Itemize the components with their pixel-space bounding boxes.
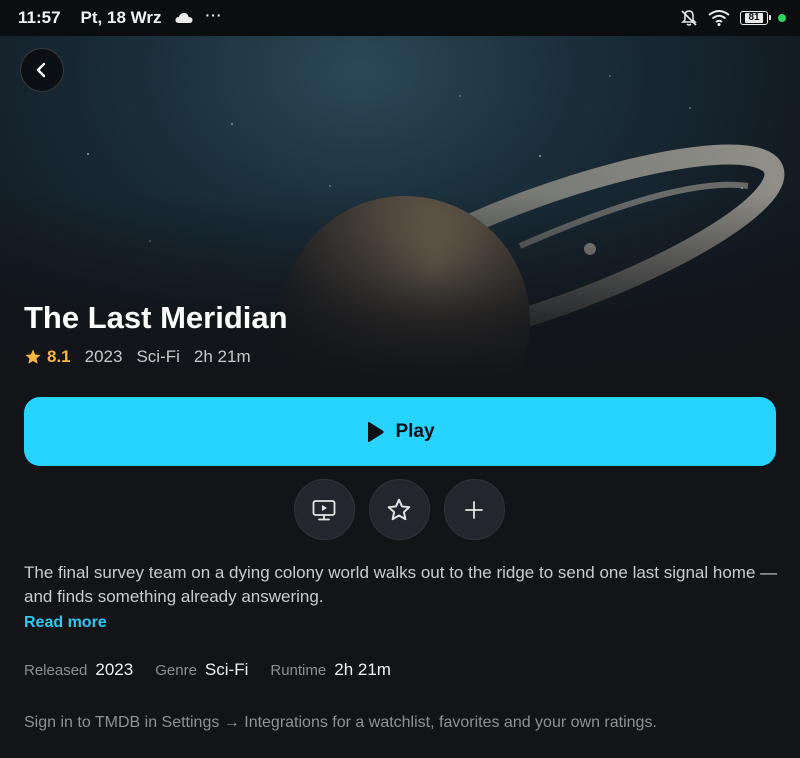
plus-icon [465, 500, 483, 519]
meta-year: 2023 [84, 347, 123, 366]
movie-meta: 8.1 2023 Sci-Fi 2h 21m [24, 347, 251, 367]
star-icon [387, 498, 411, 520]
movie-details: Released 2023 Genre Sci-Fi Runtime 2h 21… [24, 660, 413, 680]
battery-level: 81 [745, 13, 763, 23]
battery-icon: 81 [740, 11, 771, 25]
add-to-list-button[interactable] [443, 479, 505, 540]
play-button[interactable]: Play [24, 397, 776, 466]
status-more: ··· [205, 7, 223, 23]
runtime-value: 2h 21m [334, 660, 391, 679]
movie-description: The final survey team on a dying colony … [24, 563, 778, 606]
star-filled-icon [25, 349, 41, 364]
play-label: Play [395, 420, 435, 442]
genre-label: Genre [155, 662, 197, 679]
meta-runtime: 2h 21m [193, 347, 251, 366]
read-more-link[interactable]: Read more [24, 614, 107, 632]
status-date: Pt, 18 Wrz [80, 8, 162, 27]
status-time: 11:57 [18, 8, 61, 27]
meta-genre: Sci-Fi [136, 347, 180, 366]
trailer-icon [312, 499, 336, 520]
back-button[interactable] [20, 48, 64, 92]
wifi-icon [708, 10, 730, 26]
released-label: Released [24, 662, 88, 679]
runtime-label: Runtime [270, 662, 327, 679]
action-buttons [0, 479, 800, 540]
play-icon [368, 421, 385, 442]
favorite-button[interactable] [368, 479, 430, 540]
genre-value: Sci-Fi [204, 660, 249, 679]
status-bar: 11:57 Pt, 18 Wrz ··· 81 [0, 0, 800, 36]
released-value: 2023 [95, 660, 134, 679]
status-right: 81 [680, 0, 786, 36]
rating-value: 8.1 [47, 347, 71, 366]
bell-off-icon [681, 10, 697, 26]
cloud-icon [175, 13, 193, 23]
signin-hint: Sign in to TMDB in Settings → Integratio… [24, 714, 657, 731]
rating: 8.1 [24, 347, 71, 367]
privacy-indicator-dot [778, 14, 786, 22]
movie-title: The Last Meridian [24, 300, 288, 335]
chevron-left-icon [36, 62, 46, 78]
trailer-button[interactable] [293, 479, 355, 540]
status-left: 11:57 Pt, 18 Wrz ··· [18, 0, 222, 36]
